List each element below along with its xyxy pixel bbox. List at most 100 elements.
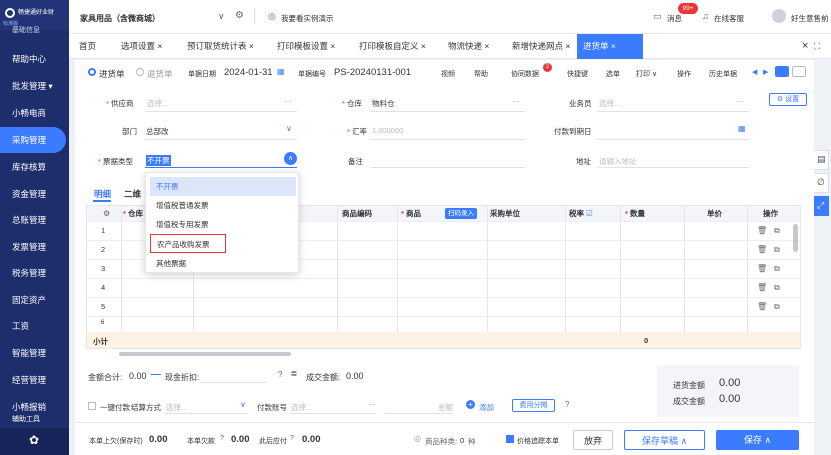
avatar[interactable] — [772, 9, 786, 23]
save-draft-button[interactable]: 保存草稿 ∧ — [624, 430, 705, 450]
nav-left-icon[interactable]: ◀ — [752, 68, 757, 76]
chevron-down-icon[interactable]: ∨ — [286, 124, 292, 133]
settings-gear-icon[interactable]: ⚙ — [235, 10, 244, 21]
tab-preorder[interactable]: 预订取货统计表 × — [181, 34, 260, 59]
fee-allocation-button[interactable]: 费用分摊 — [512, 399, 555, 412]
toolbar-video[interactable]: 视频 — [441, 69, 455, 79]
toolbar-select[interactable]: 选单 — [606, 69, 620, 79]
bill-no-value[interactable]: PS-20240131-001 — [334, 67, 411, 78]
add-link[interactable]: 添加 — [479, 402, 494, 413]
sidebar-item-basic[interactable]: 基础信息 — [0, 24, 69, 38]
subtab-2d[interactable]: 二维 — [124, 188, 141, 200]
tab-purchase-order[interactable]: 进货单 × — [577, 34, 643, 59]
user-label[interactable]: 好生意售前 — [791, 13, 829, 24]
sidebar-item-purchase[interactable]: 采购管理 — [0, 127, 66, 153]
radio-return-label[interactable]: 退货单 — [147, 68, 173, 80]
support-label[interactable]: 在线客服 — [714, 13, 744, 24]
copy-row-icon[interactable]: ⧉ — [774, 245, 780, 255]
tab-home[interactable]: 首页 — [73, 34, 102, 59]
sidebar-item-assets[interactable]: 固定资产 — [0, 287, 69, 313]
fullscreen-icon[interactable]: ⛶ — [814, 41, 820, 52]
price-trace-checkbox[interactable] — [506, 435, 514, 443]
nav-right-icon[interactable]: ▶ — [763, 68, 768, 76]
sidebar-item-smart[interactable]: 智能管理 — [0, 340, 69, 366]
headset-icon[interactable]: ♫ — [702, 11, 709, 21]
warehouse-input[interactable]: 物料仓 — [372, 98, 395, 109]
account-input[interactable]: 选择... — [291, 402, 312, 413]
sidebar-item-inventory[interactable]: 库存核算 — [0, 154, 69, 180]
delete-row-icon[interactable]: 🗑 — [757, 264, 767, 273]
price-trace-label[interactable]: 价格追踪本单 — [517, 436, 559, 446]
option-no-invoice[interactable]: 不开票 — [150, 177, 296, 196]
toolbar-help[interactable]: 帮助 — [474, 69, 488, 79]
chevron-up-icon[interactable]: ∧ — [284, 152, 297, 165]
horizontal-scrollbar[interactable] — [119, 352, 291, 356]
sidebar-settings[interactable]: ✿ — [0, 428, 69, 455]
subtab-detail[interactable]: 明细 — [94, 188, 111, 200]
sidebar-item-ledger[interactable]: 总账管理 — [0, 207, 69, 233]
help-icon[interactable]: ? — [220, 435, 224, 442]
help-icon[interactable]: ? — [278, 370, 282, 379]
rate-input[interactable]: 1.000000 — [372, 126, 403, 135]
chevron-down-icon[interactable]: ∨ — [240, 400, 246, 409]
add-icon[interactable]: + — [466, 400, 475, 409]
grid-view-icon[interactable] — [792, 66, 806, 77]
copy-row-icon[interactable]: ⧉ — [774, 283, 780, 293]
option-vat-special[interactable]: 增值税专用发票 — [150, 215, 296, 234]
radio-purchase-label[interactable]: 进货单 — [99, 68, 125, 80]
save-button[interactable]: 保存 ∧ — [716, 430, 799, 450]
delete-row-icon[interactable]: 🗑 — [757, 302, 767, 311]
company-name[interactable]: 家具用品（含微商城） — [80, 13, 160, 24]
copy-row-icon[interactable]: ⧉ — [774, 226, 780, 236]
help-icon[interactable]: ? — [290, 435, 294, 442]
demo-link[interactable]: 我要看实例演示 — [281, 13, 334, 24]
help-icon[interactable]: ? — [565, 400, 569, 409]
amount-input[interactable]: 金额 — [438, 402, 453, 413]
toolbar-shortcut[interactable]: 快捷键 — [567, 69, 588, 79]
more-icon[interactable]: ··· — [512, 97, 520, 106]
sidebar-item-ecommerce[interactable]: 小畅电商 — [0, 100, 69, 126]
option-vat-normal[interactable]: 增值税普通发票 — [150, 196, 296, 215]
tab-options[interactable]: 选项设置 × — [115, 34, 168, 59]
toolbar-collab[interactable]: 协同数据 — [511, 69, 539, 79]
clerk-input[interactable]: 选择... — [599, 98, 620, 109]
sidebar-item-tax[interactable]: 税务管理 — [0, 260, 69, 286]
sidebar-item-funds[interactable]: 资金管理 — [0, 181, 69, 207]
sidebar-item-wholesale[interactable]: 批发管理 ▾ — [0, 73, 69, 99]
one-click-pay-checkbox[interactable] — [88, 402, 96, 410]
grid-settings-icon[interactable]: ⚙ — [103, 209, 110, 218]
more-icon[interactable]: ··· — [284, 97, 292, 106]
calendar-icon[interactable]: ▦ — [738, 124, 746, 133]
scan-button[interactable]: 扫码录入 — [445, 208, 477, 219]
toolbar-ops[interactable]: 操作 — [677, 69, 691, 79]
side-expand-icon[interactable]: ⤢ — [813, 196, 829, 216]
sidebar-item-operation[interactable]: 经营管理 — [0, 367, 69, 393]
sidebar-item-salary[interactable]: 工资 — [0, 313, 69, 339]
tab-courier[interactable]: 新增快递网点 × — [506, 34, 576, 59]
tab-print-template[interactable]: 打印模板设置 × — [271, 34, 341, 59]
copy-row-icon[interactable]: ⧉ — [774, 302, 780, 312]
one-click-pay-label[interactable]: 一键付款 — [100, 402, 130, 413]
delete-row-icon[interactable]: 🗑 — [757, 283, 767, 292]
sidebar-item-tools[interactable]: 辅助工具 — [0, 414, 69, 426]
list-view-icon[interactable] — [775, 66, 789, 77]
calendar-icon[interactable]: ▦ — [277, 67, 285, 76]
invoice-type-input[interactable]: 不开票 — [146, 155, 171, 166]
more-icon[interactable]: ··· — [368, 400, 376, 409]
radio-purchase[interactable] — [88, 68, 96, 76]
message-icon[interactable]: ▭ — [653, 11, 662, 22]
tab-logistics[interactable]: 物流快递 × — [442, 34, 495, 59]
copy-row-icon[interactable]: ⧉ — [774, 264, 780, 274]
method-input[interactable]: 选择... — [166, 402, 187, 413]
settings-button[interactable]: ⚙ 设置 — [769, 93, 807, 106]
close-all-icon[interactable]: × — [796, 34, 814, 59]
vertical-scrollbar[interactable] — [793, 224, 798, 252]
delete-row-icon[interactable]: 🗑 — [757, 226, 767, 235]
option-agri-invoice[interactable]: 农产品收购发票 — [150, 234, 226, 253]
more-icon[interactable]: ··· — [737, 97, 745, 106]
toolbar-history[interactable]: 历史单据 — [709, 69, 737, 79]
discard-button[interactable]: 放弃 — [573, 430, 613, 450]
side-link-icon[interactable]: ∅ — [813, 173, 829, 193]
option-other[interactable]: 其他票据 — [150, 254, 296, 273]
chevron-down-icon[interactable]: ∨ — [218, 11, 225, 22]
